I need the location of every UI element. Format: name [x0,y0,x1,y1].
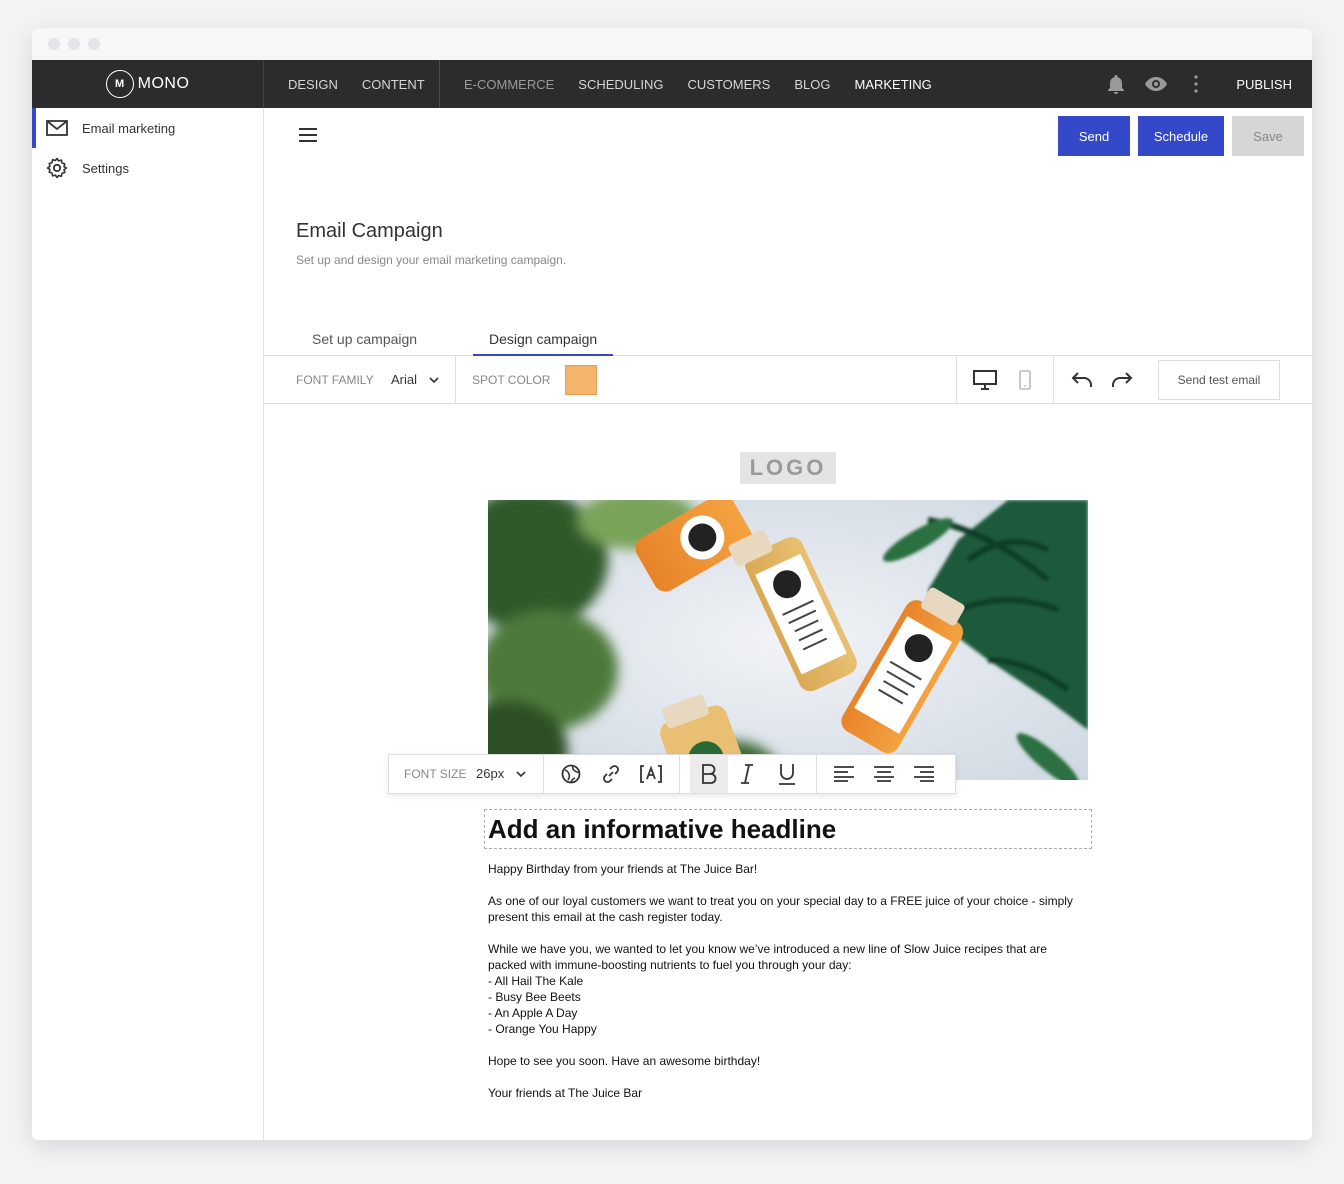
window-chrome [32,28,1312,60]
nav-ecommerce[interactable]: E-COMMERCE [464,77,554,92]
email-line: Happy Birthday from your friends at The … [488,862,758,876]
email-headline[interactable]: Add an informative headline [484,809,1092,849]
email-list-item: - All Hail The Kale [488,974,584,988]
italic-icon[interactable] [728,755,766,793]
email-list-item: - Busy Bee Beets [488,990,581,1004]
desktop-icon[interactable] [972,368,998,392]
font-family-label: FONT FAMILY [296,373,374,387]
spot-color-swatch[interactable] [565,365,597,395]
font-family-select[interactable]: Arial [391,372,439,387]
page-title: Email Campaign [296,220,443,242]
menu-icon[interactable] [296,124,320,148]
align-left-icon[interactable] [825,755,863,793]
sidebar: Email marketing Settings [32,108,264,1140]
mail-icon [46,120,68,136]
sidebar-item-label: Email marketing [82,120,176,136]
sidebar-item-email-marketing[interactable]: Email marketing [32,108,263,148]
text-format-toolbar: FONT SIZE 26px [388,754,956,794]
window-maximize-dot[interactable] [88,38,100,50]
nav-blog[interactable]: BLOG [794,77,830,92]
email-line: While we have you, we wanted to let you … [488,942,1047,972]
chevron-down-icon [429,377,439,384]
align-right-icon[interactable] [905,755,943,793]
hero-image[interactable] [488,500,1088,780]
font-size-value: 26px [476,766,505,781]
window-close-dot[interactable] [48,38,60,50]
format-divider [816,755,817,793]
email-line: Your friends at The Juice Bar [488,1086,643,1100]
gear-icon [46,157,68,179]
font-size-select[interactable]: 26px [476,766,526,781]
font-size-label: FONT SIZE [404,767,467,781]
save-button[interactable]: Save [1232,116,1304,156]
brand-name: MONO [137,75,190,92]
more-vertical-icon[interactable] [1176,60,1216,108]
nav-marketing[interactable]: MARKETING [854,77,931,92]
tab-setup-campaign[interactable]: Set up campaign [296,326,433,356]
format-divider [543,755,544,793]
tab-design-campaign[interactable]: Design campaign [473,326,614,356]
schedule-button[interactable]: Schedule [1138,116,1224,156]
browser-window: M MONO DESIGN CONTENT E-COMMERCE SCHEDUL… [32,28,1312,1140]
apps-nav: E-COMMERCE SCHEDULING CUSTOMERS BLOG MAR… [464,60,956,108]
format-divider [679,755,680,793]
mobile-icon[interactable] [1012,368,1038,392]
nav-scheduling[interactable]: SCHEDULING [578,77,663,92]
sidebar-item-settings[interactable]: Settings [32,148,263,188]
brand[interactable]: M MONO [32,60,264,108]
main-content: Send Schedule Save Email Campaign Set up… [264,108,1312,1140]
email-line: As one of our loyal customers we want to… [488,894,1073,924]
email-list-item: - An Apple A Day [488,1006,578,1020]
toolbar-divider [1053,356,1054,404]
send-button[interactable]: Send [1058,116,1130,156]
underline-icon[interactable] [768,755,806,793]
globe-icon[interactable] [552,755,590,793]
nav-content[interactable]: CONTENT [362,77,425,92]
primary-nav: DESIGN CONTENT [288,60,449,108]
send-test-email-button[interactable]: Send test email [1158,360,1280,400]
campaign-tabs: Set up campaign Design campaign [264,326,1312,356]
brand-logo-icon: M [105,70,134,98]
redo-icon[interactable] [1109,368,1135,392]
window-minimize-dot[interactable] [68,38,80,50]
nav-design[interactable]: DESIGN [288,77,338,92]
bell-icon[interactable] [1096,60,1136,108]
link-icon[interactable] [592,755,630,793]
nav-divider [439,60,440,108]
logo-placeholder[interactable]: LOGO [740,452,836,484]
text-style-icon[interactable] [632,755,670,793]
email-paragraph: As one of our loyal customers we want to… [488,893,1088,925]
email-line: Hope to see you soon. Have an awesome bi… [488,1054,761,1068]
spot-color-label: SPOT COLOR [472,373,551,387]
toolbar-divider [956,356,957,404]
email-paragraph: Your friends at The Juice Bar [488,1085,1088,1101]
eye-icon[interactable] [1136,60,1176,108]
font-family-value: Arial [391,372,418,387]
bold-icon[interactable] [690,755,728,793]
toolbar-divider [455,356,456,404]
email-paragraph: Hope to see you soon. Have an awesome bi… [488,1053,1088,1069]
nav-customers[interactable]: CUSTOMERS [688,77,771,92]
sidebar-item-label: Settings [82,160,129,176]
email-list-item: - Orange You Happy [488,1022,597,1036]
undo-icon[interactable] [1069,368,1095,392]
top-navigation: M MONO DESIGN CONTENT E-COMMERCE SCHEDUL… [32,60,1312,108]
design-toolbar: FONT FAMILY Arial SPOT COLOR Send test e… [264,356,1312,404]
email-paragraph: Happy Birthday from your friends at The … [488,861,1088,877]
email-paragraph: While we have you, we wanted to let you … [488,941,1088,1037]
email-canvas: LOGO FONT SIZE 26px Add an informative h… [264,405,1312,1140]
email-body[interactable]: Happy Birthday from your friends at The … [488,861,1088,1117]
page-subtitle: Set up and design your email marketing c… [296,253,567,267]
align-center-icon[interactable] [865,755,903,793]
publish-button[interactable]: PUBLISH [1236,77,1292,92]
nav-right-actions: PUBLISH [1096,60,1312,108]
chevron-down-icon [516,771,526,778]
